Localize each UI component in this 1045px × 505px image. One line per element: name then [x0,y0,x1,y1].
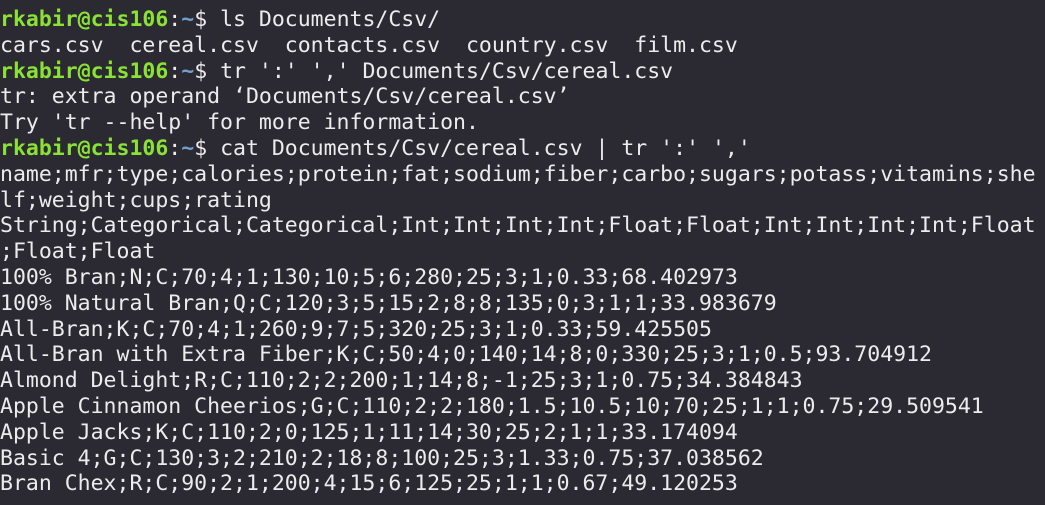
output-line: 100% Natural Bran;Q;C;120;3;5;15;2;8;8;1… [0,290,777,316]
prompt-user-host: rkabir@cis106 [0,7,169,32]
prompt-colon: : [168,135,182,161]
terminal-window[interactable]: rkabir@cis106:~$ ls Documents/Csv/ cars.… [0,0,1045,505]
output-line: ;Float;Float [0,239,156,265]
prompt-path: ~ [181,58,195,84]
prompt-symbol: $ [194,7,221,32]
prompt-line: rkabir@cis106:~$ cat Documents/Csv/cerea… [0,136,1045,162]
output-line: Almond Delight;R;C;110;2;2;200;1;14;8;-1… [0,368,803,394]
output-line: Basic 4;G;C;130;3;2;210;2;18;8;100;25;3;… [0,445,764,471]
prompt-path: ~ [181,7,195,32]
output-line: name;mfr;type;calories;protein;fat;sodiu… [0,161,1036,187]
prompt-symbol: $ [194,135,221,161]
output-line: cars.csv cereal.csv contacts.csv country… [0,32,738,58]
output-line: 100% Bran;N;C;70;4;1;130;10;5;6;280;25;3… [0,264,738,290]
output-line: tr: extra operand ‘Documents/Csv/cereal.… [0,84,570,110]
output-line: String;Categorical;Categorical;Int;Int;I… [0,213,1036,239]
output-line: Apple Cinnamon Cheerios;G;C;110;2;2;180;… [0,393,984,419]
output-line: lf;weight;cups;rating [0,187,272,213]
prompt-colon: : [168,7,182,32]
prompt-symbol: $ [194,58,221,84]
prompt-user-host: rkabir@cis106 [0,135,169,161]
prompt-line: rkabir@cis106:~$ tr ':' ',' Documents/Cs… [0,59,1045,85]
output-line: Apple Jacks;K;C;110;2;0;125;1;11;14;30;2… [0,419,738,445]
output-line: Try 'tr --help' for more information. [0,110,479,136]
output-line: Bran Chex;R;C;90;2;1;200;4;15;6;125;25;1… [0,471,738,497]
prompt-line: rkabir@cis106:~$ ls Documents/Csv/ [0,7,1045,33]
prompt-user-host: rkabir@cis106 [0,58,169,84]
prompt-colon: : [168,58,182,84]
output-line: All-Bran;K;C;70;4;1;260;9;7;5;320;25;3;1… [0,316,712,342]
command-text: tr ':' ',' Documents/Csv/cereal.csv [220,58,674,84]
command-text: ls Documents/Csv/ [220,7,441,32]
output-line: All-Bran with Extra Fiber;K;C;50;4;0;140… [0,342,932,368]
prompt-path: ~ [181,135,195,161]
command-text: cat Documents/Csv/cereal.csv | tr ':' ',… [220,135,751,161]
